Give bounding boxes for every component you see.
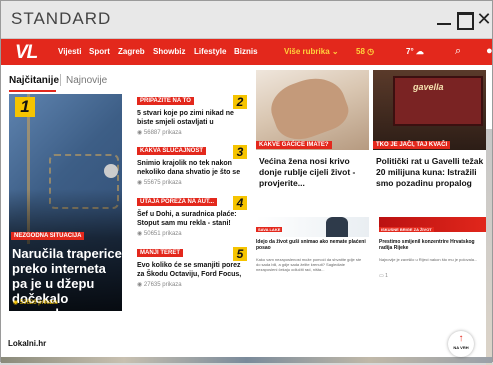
- weather-widget[interactable]: 7° ☁: [406, 47, 424, 56]
- card-photo-subject: [264, 69, 354, 147]
- rank-badge: 5: [233, 247, 247, 261]
- article-tag: MANJI TERET: [137, 249, 184, 257]
- back-to-top-label: NA VRH: [453, 345, 469, 350]
- close-button[interactable]: ✕: [475, 10, 493, 28]
- arrow-up-icon: ↑: [458, 333, 464, 344]
- nav-item-biznis[interactable]: Biznis: [234, 47, 258, 56]
- site-logo[interactable]: VL: [15, 42, 38, 64]
- article-title[interactable]: 5 stvari koje po zimi nikad ne biste smj…: [137, 109, 247, 127]
- article-views: ◉ 55675 prikaza: [137, 179, 182, 186]
- eye-icon: ◉: [137, 231, 143, 237]
- card-title[interactable]: Politički rat u Gavelli težak 20 milijun…: [376, 156, 488, 189]
- ranked-article-3[interactable]: KAKVA SLUČAJNOST 3 Snimio krajolik no te…: [137, 145, 247, 190]
- chevron-down-icon: ⌄: [331, 47, 339, 56]
- maximize-button[interactable]: [455, 10, 474, 30]
- window-titlebar: STANDARD ✕: [1, 1, 492, 39]
- eye-icon: ◉: [137, 130, 143, 136]
- ranked-article-4[interactable]: UTAJA POREZA NA AUT... 4 Šef u Dohi, a s…: [137, 196, 247, 241]
- ranked-article-5[interactable]: MANJI TERET 5 Evo koliko će se smanjiti …: [137, 247, 247, 292]
- nav-item-zagreb[interactable]: Zagreb: [118, 47, 145, 56]
- side-banner: [486, 129, 492, 365]
- article-tag: UTAJA POREZA NA AUT...: [137, 198, 218, 206]
- article-title[interactable]: Snimio krajolik no tek nakon nekoliko da…: [137, 159, 247, 177]
- jeans-button: [104, 164, 118, 178]
- section-thumbnails: [1, 357, 492, 363]
- card-title[interactable]: Većina žena nosi krivo donje rublje cije…: [259, 156, 371, 189]
- site-navbar: VL Vijesti Sport Zagreb Showbiz Lifestyl…: [1, 39, 493, 65]
- tab-latest[interactable]: Najnovije: [66, 75, 107, 86]
- user-icon[interactable]: ●: [486, 45, 493, 57]
- hero-views: ◉ 53628 prikaza: [13, 299, 58, 306]
- nav-item-sport[interactable]: Sport: [89, 47, 110, 56]
- article-views: ◉ 50651 prikaza: [137, 230, 182, 237]
- article-tag: PRIPAZITE NA TO: [137, 97, 194, 105]
- card-tag: KAKVE GAĆICE IMATE?: [256, 141, 332, 149]
- card-image: [256, 69, 369, 150]
- eye-icon: ◉: [13, 300, 19, 306]
- more-sections-label: Više rubrika: [284, 47, 330, 56]
- minimize-button[interactable]: [435, 10, 453, 28]
- nav-item-vijesti[interactable]: Vijesti: [58, 47, 81, 56]
- tab-active-underline: [9, 90, 56, 92]
- hero-tag: NEZGODNA SITUACIJA: [11, 232, 85, 240]
- time-value: 58: [356, 47, 365, 56]
- comment-count: 1: [385, 273, 388, 279]
- rank-badge: 1: [15, 97, 35, 117]
- window-title: STANDARD: [11, 9, 112, 28]
- cloud-icon: ☁: [415, 47, 424, 56]
- tab-most-read[interactable]: Najčitanije: [9, 75, 59, 86]
- hero-views-count: 53628 prikaza: [19, 300, 58, 306]
- page-content: Najčitanije Najnovije 1 NEZGODNA SITUACI…: [1, 65, 492, 365]
- article-title[interactable]: Šef u Dohi, a suradnica plaće: Stoput sa…: [137, 210, 247, 228]
- mini-card-tag: ISKUSNE BRIGE ZA ŽIVOT: [379, 227, 434, 232]
- section-title: Lokalni.hr: [8, 339, 47, 348]
- mini-card-tag: SAVA LAKE: [256, 227, 283, 232]
- article-views-count: 55675 prikaza: [143, 180, 182, 186]
- article-views: ◉ 27635 prikaza: [137, 281, 182, 288]
- card-image: gavella: [373, 70, 486, 150]
- nav-item-lifestyle[interactable]: Lifestyle: [194, 47, 226, 56]
- search-icon[interactable]: ⌕: [455, 45, 461, 58]
- rank-badge: 4: [233, 196, 247, 210]
- article-views: ◉ 56887 prikaza: [137, 129, 182, 136]
- eye-icon: ◉: [137, 282, 143, 288]
- nav-item-showbiz[interactable]: Showbiz: [153, 47, 185, 56]
- comment-icon: ▭: [379, 273, 384, 279]
- weather-value: 7°: [406, 47, 414, 56]
- hero-article[interactable]: 1 NEZGODNA SITUACIJA Naručila traperice …: [9, 94, 122, 311]
- back-to-top-button[interactable]: ↑ NA VRH: [448, 331, 474, 357]
- time-widget[interactable]: 58 ◷: [356, 47, 374, 56]
- mini-card-title[interactable]: Idejo da život guši snimao ako nemate pl…: [256, 239, 366, 251]
- article-title[interactable]: Evo koliko će se smanjiti porez za Škodu…: [137, 261, 247, 279]
- article-views-count: 50651 prikaza: [143, 231, 182, 237]
- eye-icon: ◉: [137, 180, 143, 186]
- tab-divider: [60, 74, 61, 86]
- mini-card-text: Najnovije je završilo u Rijeci nakon što…: [379, 257, 478, 262]
- more-sections-dropdown[interactable]: Više rubrika ⌄: [284, 47, 339, 56]
- ranked-article-2[interactable]: PRIPAZITE NA TO 2 5 stvari koje po zimi …: [137, 95, 247, 140]
- article-views-count: 27635 prikaza: [143, 282, 182, 288]
- rank-badge: 3: [233, 145, 247, 159]
- clock-icon: ◷: [367, 47, 375, 56]
- mini-card-title[interactable]: Prestimo smijenil konzentrire Hrvatskog …: [379, 239, 489, 251]
- article-views-count: 56887 prikaza: [143, 130, 182, 136]
- card-tag: TKO JE JAČI, TAJ KVAČI: [373, 141, 451, 149]
- mini-card-photo-subject: [326, 217, 348, 237]
- card-photo-sign: gavella: [413, 82, 444, 92]
- browser-window: STANDARD ✕ VL Vijesti Sport Zagreb Showb…: [0, 0, 493, 365]
- rank-badge: 2: [233, 95, 247, 109]
- article-tag: KAKVA SLUČAJNOST: [137, 147, 207, 155]
- mini-card-text: Kako vam nezaposlenost može pomoći da sh…: [256, 257, 362, 272]
- mini-card-comments[interactable]: ▭ 1: [379, 273, 388, 279]
